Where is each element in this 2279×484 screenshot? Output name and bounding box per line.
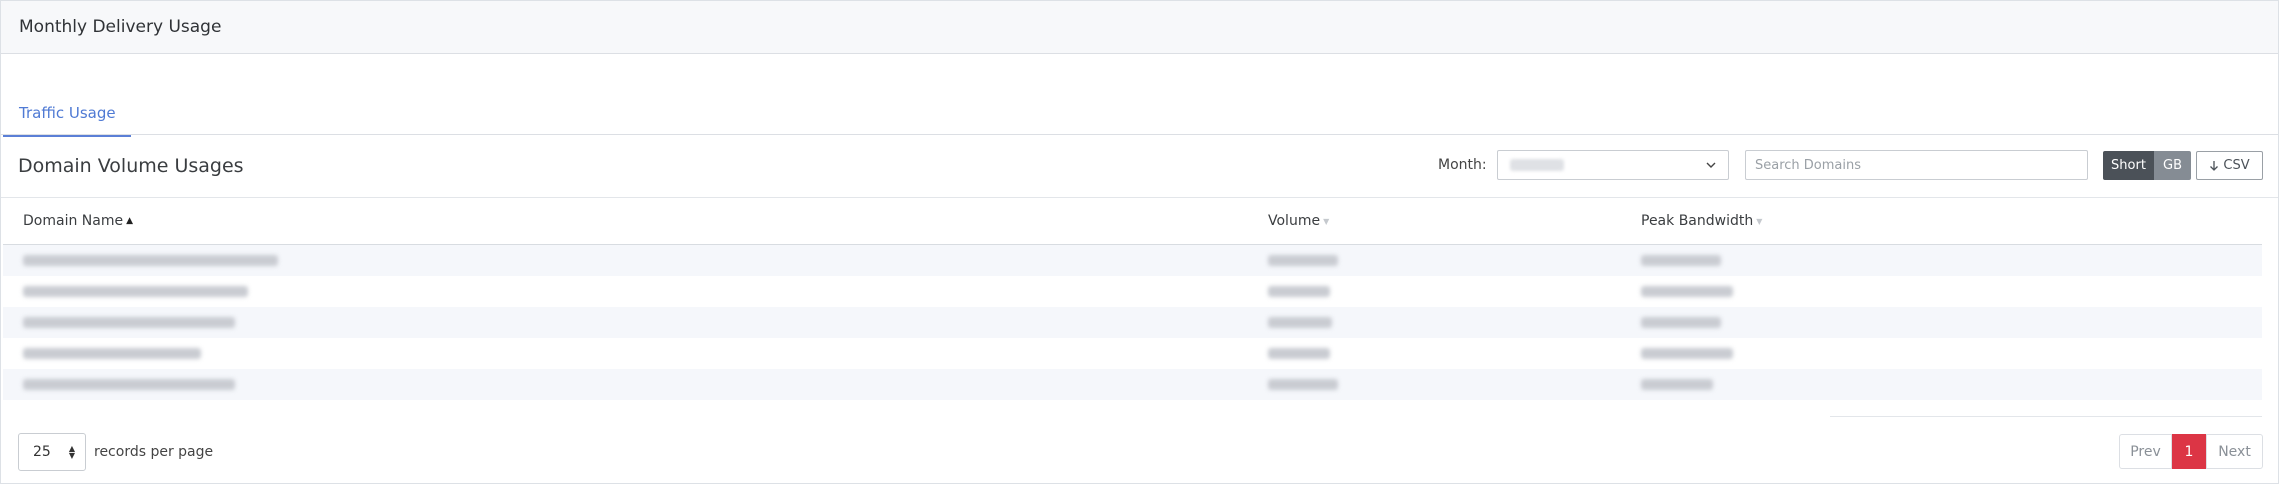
table-row[interactable]: █████████████████████████ ██████ ███████ — [3, 369, 2262, 400]
month-value: ████ — [1510, 159, 1564, 171]
short-units-button[interactable]: Short — [2103, 151, 2154, 180]
volume-cell: ██████ — [1268, 348, 1330, 359]
table-row[interactable]: █████████████████████████ ██████ ███████ — [3, 245, 2262, 276]
toolbar-divider — [1, 197, 2278, 198]
bandwidth-cell: ███████ — [1641, 348, 1733, 359]
bandwidth-cell: ███████ — [1641, 255, 1721, 266]
updown-caret-icon: ▲ ▼ — [68, 444, 75, 460]
month-label: Month: — [1438, 157, 1487, 173]
volume-cell: ██████ — [1268, 317, 1332, 328]
sort-icon: ▼ — [1323, 216, 1330, 226]
table-bottom-divider — [1830, 416, 2262, 417]
domain-cell: █████████████████████████ — [23, 379, 235, 390]
page-title: Monthly Delivery Usage — [19, 17, 222, 37]
per-page-value: 25 — [33, 444, 51, 460]
column-header-label: Peak Bandwidth — [1641, 213, 1754, 229]
domain-cell: █████████████████████████ — [23, 317, 235, 328]
gb-units-button[interactable]: GB — [2154, 151, 2191, 180]
panel — [0, 0, 2279, 484]
sort-ascending-icon: ▲ — [126, 216, 133, 226]
page-1-button[interactable]: 1 — [2172, 434, 2206, 469]
download-arrow-icon — [2210, 160, 2219, 171]
csv-label: CSV — [2223, 158, 2250, 173]
tabs-divider — [1, 134, 2278, 135]
column-header-domain-name[interactable]: Domain Name ▲ — [23, 213, 133, 229]
volume-cell: ██████ — [1268, 255, 1338, 266]
column-header-peak-bandwidth[interactable]: Peak Bandwidth ▼ — [1641, 213, 1762, 229]
csv-export-button[interactable]: CSV — [2196, 151, 2263, 180]
tab-traffic-usage[interactable]: Traffic Usage — [3, 101, 131, 137]
sort-icon: ▼ — [1756, 216, 1763, 226]
bandwidth-cell: ███████ — [1641, 286, 1733, 297]
panel-header: Monthly Delivery Usage — [1, 1, 2278, 54]
bandwidth-cell: ███████ — [1641, 379, 1713, 390]
domain-cell: █████████████████████████ — [23, 348, 201, 359]
volume-cell: ██████ — [1268, 379, 1338, 390]
bandwidth-cell: ███████ — [1641, 317, 1721, 328]
table-row[interactable]: █████████████████████████ ██████ ███████ — [3, 276, 2262, 307]
column-header-label: Domain Name — [23, 213, 124, 229]
table-row[interactable]: █████████████████████████ ██████ ███████ — [3, 338, 2262, 369]
section-title: Domain Volume Usages — [18, 155, 244, 177]
volume-cell: ██████ — [1268, 286, 1330, 297]
month-select[interactable]: ████ — [1497, 150, 1729, 180]
records-per-page-select[interactable]: 25 ▲ ▼ — [18, 433, 86, 471]
chevron-down-icon — [1706, 162, 1716, 168]
domain-cell: █████████████████████████ — [23, 255, 278, 266]
records-per-page-label: records per page — [94, 444, 214, 460]
column-header-label: Volume — [1268, 213, 1321, 229]
column-header-volume[interactable]: Volume ▼ — [1268, 213, 1329, 229]
search-domains-input[interactable] — [1745, 150, 2088, 180]
prev-page-button[interactable]: Prev — [2119, 434, 2172, 469]
domain-cell: █████████████████████████ — [23, 286, 248, 297]
table-row[interactable]: █████████████████████████ ██████ ███████ — [3, 307, 2262, 338]
next-page-button[interactable]: Next — [2206, 434, 2263, 469]
tab-label: Traffic Usage — [19, 104, 116, 122]
